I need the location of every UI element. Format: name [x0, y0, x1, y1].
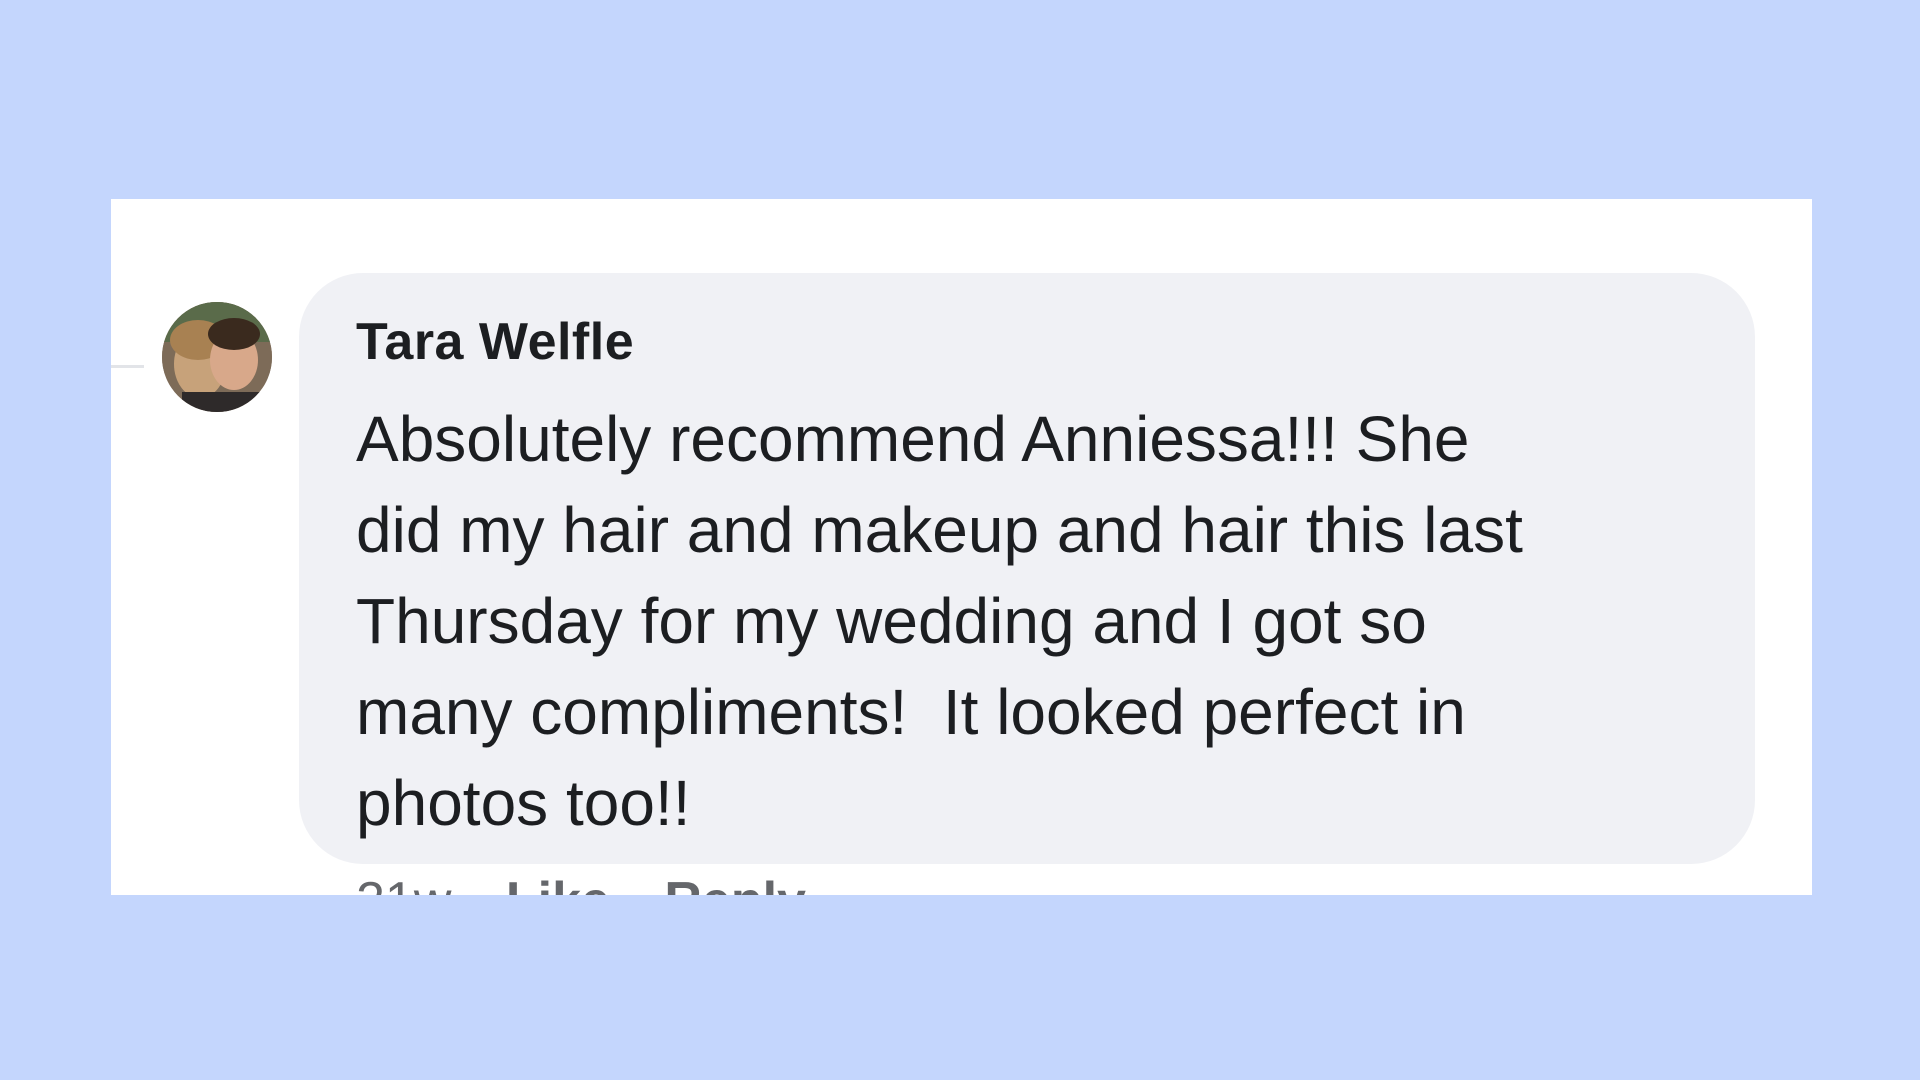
comment-actions: 21w Like Reply: [356, 871, 846, 895]
comment-body: Absolutely recommend Anniessa!!! She did…: [356, 394, 1736, 849]
comment-line: many compliments! It looked perfect in: [356, 676, 1466, 748]
comment-line: did my hair and makeup and hair this las…: [356, 494, 1523, 566]
avatar[interactable]: [162, 302, 272, 412]
avatar-photo: [162, 302, 272, 412]
comment-timestamp[interactable]: 21w: [356, 872, 451, 895]
comment-line: photos too!!: [356, 767, 691, 839]
comment-author-name[interactable]: Tara Welfle: [356, 312, 634, 372]
comment-line: Absolutely recommend Anniessa!!! She: [356, 403, 1470, 475]
reply-button[interactable]: Reply: [664, 872, 806, 895]
like-button[interactable]: Like: [506, 872, 610, 895]
comment-line: Thursday for my wedding and I got so: [356, 585, 1427, 657]
comment-card: Tara Welfle Absolutely recommend Anniess…: [111, 199, 1812, 895]
thread-connector-line: [111, 295, 144, 368]
